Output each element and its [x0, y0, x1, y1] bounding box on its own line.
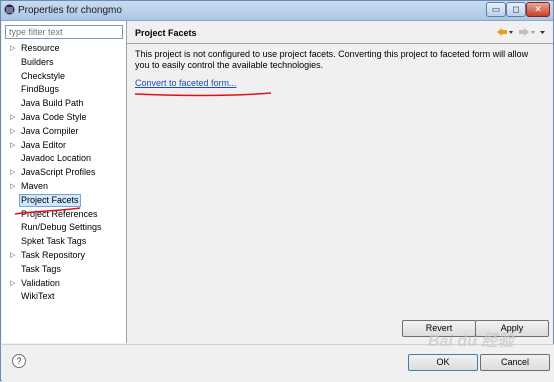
forward-dropdown-icon: [531, 31, 535, 34]
expand-arrow-icon[interactable]: ▷: [10, 180, 16, 193]
tree-item[interactable]: ▷ Java Editor: [2, 139, 126, 152]
convert-link[interactable]: Convert to faceted form...: [135, 78, 237, 88]
tree-item-label: Maven: [21, 181, 49, 191]
tree-item[interactable]: Java Build Path: [2, 97, 126, 110]
tree-item-label: Task Tags: [21, 263, 61, 274]
dialog-footer: ? OK Cancel: [2, 344, 554, 382]
tree-item[interactable]: Project Facets: [2, 193, 126, 207]
expand-arrow-icon[interactable]: ▷: [10, 42, 16, 55]
forward-arrow-icon: [519, 28, 529, 36]
back-arrow-icon: [497, 28, 507, 36]
tree-item-label: JavaScript Profiles: [21, 167, 96, 178]
minimize-button[interactable]: ▭: [486, 2, 506, 17]
close-button[interactable]: ✕: [526, 2, 550, 17]
tree-item[interactable]: ▷ Resource: [2, 42, 126, 55]
revert-button[interactable]: Revert: [402, 320, 476, 337]
expand-arrow-icon[interactable]: ▷: [10, 111, 16, 124]
sidebar: ▷ Resource Builders Checkstyle FindBugs Java …: [2, 21, 127, 343]
tree-item-label: Java Compiler: [21, 125, 79, 136]
window-title: Properties for chongmo: [18, 5, 122, 16]
tree-item-label: Project Facets: [19, 193, 81, 207]
tree-item-label: Java Editor: [21, 139, 67, 150]
tree-item[interactable]: Run/Debug Settings: [2, 221, 126, 234]
tree-item[interactable]: Task Tags: [2, 263, 126, 276]
tree-item[interactable]: ▷ Java Code Style: [2, 111, 126, 124]
maximize-icon: ◻: [512, 4, 520, 14]
tree-item[interactable]: ▷ Task Repository: [2, 249, 126, 262]
tree-item-label: Run/Debug Settings: [21, 222, 102, 233]
back-dropdown-icon: [509, 31, 513, 34]
title-separator: [127, 43, 553, 44]
expand-arrow-icon[interactable]: ▷: [10, 249, 16, 262]
expand-arrow-icon[interactable]: ▷: [10, 139, 16, 152]
tree-item[interactable]: ▷ Java Compiler: [2, 125, 126, 138]
tree-item-label: Validation: [21, 277, 60, 288]
view-menu-icon: [540, 31, 545, 34]
tree-item[interactable]: ▷ Maven: [2, 180, 126, 193]
tree-item-label: Java Build Path: [21, 98, 84, 109]
tree-item[interactable]: ▷ Validation: [2, 277, 126, 290]
tree-item[interactable]: Builders: [2, 56, 126, 69]
tree-item-label: Checkstyle: [21, 70, 66, 81]
tree-item[interactable]: ▷ JavaScript Profiles: [2, 166, 126, 179]
expand-arrow-icon[interactable]: ▷: [10, 125, 16, 138]
expand-arrow-icon[interactable]: ▷: [10, 166, 16, 179]
info-message: This project is not configured to use pr…: [135, 49, 529, 70]
minimize-icon: ▭: [491, 4, 501, 14]
tree-item-label: Java Code Style: [21, 112, 87, 122]
filter-input[interactable]: [5, 25, 123, 39]
annotation-underline: [134, 92, 272, 97]
tree-item[interactable]: WikiText: [2, 290, 126, 303]
tree-item-label: Task Repository: [21, 250, 86, 260]
help-icon[interactable]: ?: [12, 354, 26, 368]
tree-item-label: WikiText: [21, 291, 55, 302]
tree-item[interactable]: Spket Task Tags: [2, 235, 126, 248]
tree-item[interactable]: FindBugs: [2, 83, 126, 96]
navigation-arrows[interactable]: [495, 26, 547, 38]
main-panel: Project Facets This project is not confi…: [127, 21, 553, 343]
tree-item-label: Builders: [21, 56, 54, 67]
tree-item[interactable]: Checkstyle: [2, 70, 126, 83]
page-title: Project Facets: [135, 28, 197, 38]
expand-arrow-icon[interactable]: ▷: [10, 277, 16, 290]
tree-item-label: FindBugs: [21, 84, 60, 95]
tree-item-label: Javadoc Location: [21, 153, 92, 164]
close-icon: ✕: [534, 4, 542, 14]
apply-button[interactable]: Apply: [475, 320, 549, 337]
eclipse-icon: [4, 4, 15, 15]
tree-item[interactable]: Javadoc Location: [2, 152, 126, 165]
title-bar[interactable]: Properties for chongmo ▭ ◻ ✕: [1, 1, 553, 21]
maximize-button[interactable]: ◻: [506, 2, 526, 17]
cancel-button[interactable]: Cancel: [480, 354, 550, 371]
properties-window: Properties for chongmo ▭ ◻ ✕ ▷ Resource Bu…: [0, 0, 554, 382]
annotation-underline: [14, 207, 81, 215]
tree-item-label: Spket Task Tags: [21, 236, 87, 247]
ok-button[interactable]: OK: [408, 354, 478, 371]
tree-item-label: Resource: [21, 43, 60, 53]
